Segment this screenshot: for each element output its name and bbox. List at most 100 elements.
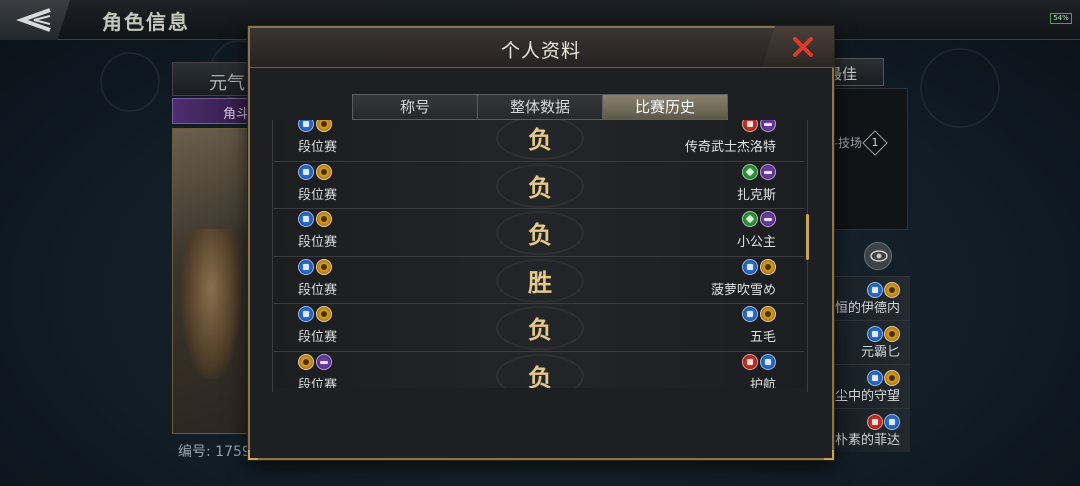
list-scrollbar[interactable] — [806, 214, 809, 260]
corner-ornament — [824, 450, 834, 460]
class-icon — [298, 163, 314, 180]
match-result: 负 — [528, 315, 552, 344]
class-icon — [760, 163, 776, 180]
modal-header: 个人资料 — [250, 28, 832, 68]
class-icon — [760, 306, 776, 322]
mode-icons — [298, 258, 332, 275]
tab-match-history[interactable]: 比赛历史 — [603, 95, 727, 125]
class-icon — [742, 120, 758, 132]
match-mode: 段位赛 — [298, 140, 338, 155]
class-icon — [884, 414, 900, 430]
class-icon — [298, 211, 314, 227]
class-icon — [760, 120, 776, 132]
mode-icons — [298, 306, 332, 322]
match-rows: 段位赛 负 传奇武士杰洛特 段位赛 负 扎克斯 段位赛 负 小公主 段位赛 胜 … — [274, 120, 804, 388]
mode-icons — [298, 211, 332, 227]
opponent-icons — [742, 258, 776, 275]
left-subtab[interactable]: 角斗 — [172, 98, 252, 124]
class-icon — [760, 353, 776, 370]
class-icon — [316, 120, 332, 132]
table-row[interactable]: 段位赛 负 五毛 — [274, 304, 804, 352]
class-icons — [867, 282, 900, 298]
arena-level: 1 — [871, 136, 879, 149]
class-icon — [867, 326, 883, 342]
table-row[interactable]: 段位赛 胜 菠萝吹雪め — [274, 256, 804, 304]
character-portrait — [172, 128, 252, 434]
class-icons — [867, 414, 900, 430]
close-x-icon — [793, 37, 813, 57]
table-row[interactable]: 段位赛 负 小公主 — [274, 209, 804, 257]
class-icon — [316, 306, 332, 322]
class-icon — [867, 282, 883, 298]
class-icon — [298, 258, 314, 275]
opponent-icons — [742, 211, 776, 227]
modal-title: 个人资料 — [500, 40, 581, 62]
left-tab[interactable]: 元气 — [172, 62, 252, 96]
character-figure — [181, 229, 241, 379]
match-mode: 段位赛 — [298, 235, 338, 250]
class-icon — [742, 306, 758, 322]
opponent-name: 小公主 — [736, 235, 776, 250]
match-mode: 段位赛 — [298, 187, 338, 203]
opponent-icons — [742, 120, 776, 132]
eye-icon — [870, 250, 888, 262]
player-name: 恒的伊德内 — [834, 301, 900, 316]
class-icons — [867, 370, 900, 386]
match-result: 胜 — [528, 267, 552, 297]
opponent-icons — [742, 306, 776, 322]
mode-icons — [298, 120, 332, 132]
table-row[interactable]: 段位赛 负 传奇武士杰洛特 — [274, 120, 804, 162]
opponent-name: 扎克斯 — [736, 187, 776, 203]
match-mode: 段位赛 — [298, 377, 338, 389]
match-result: 负 — [528, 172, 552, 202]
class-icon — [742, 211, 758, 227]
class-icon — [867, 370, 883, 386]
class-icon — [316, 211, 332, 227]
match-mode: 段位赛 — [298, 282, 338, 298]
table-row[interactable]: 段位赛 负 护航 — [274, 351, 804, 389]
class-icon — [884, 282, 900, 298]
class-icon — [760, 211, 776, 227]
player-name: 尘中的守望 — [834, 389, 900, 404]
background-emblem-left — [100, 52, 160, 112]
back-button[interactable] — [0, 0, 70, 40]
class-icon — [742, 353, 758, 370]
class-icon — [298, 306, 314, 322]
back-arrow-icon — [16, 8, 51, 32]
match-mode: 段位赛 — [298, 330, 338, 345]
tab-overall-data[interactable]: 整体数据 — [478, 95, 603, 119]
player-name: 元霸匕 — [860, 345, 900, 360]
profile-modal: 个人资料 称号 整体数据 比赛历史 段位赛 负 传奇武士杰洛特 段位赛 负 扎克… — [248, 26, 834, 460]
class-icon — [742, 163, 758, 180]
match-result: 负 — [528, 125, 552, 154]
opponent-name: 传奇武士杰洛特 — [684, 140, 776, 155]
background-emblem-right — [920, 48, 1000, 128]
class-icon — [316, 258, 332, 275]
corner-ornament — [248, 450, 258, 460]
opponent-name: 五毛 — [749, 330, 776, 345]
opponent-icons — [742, 353, 776, 370]
match-result: 负 — [528, 220, 552, 249]
class-icon — [298, 120, 314, 132]
class-icon — [298, 353, 314, 370]
opponent-name: 护航 — [749, 377, 776, 389]
class-icon — [316, 353, 332, 370]
eye-button[interactable] — [864, 242, 892, 270]
match-history-list[interactable]: 段位赛 负 传奇武士杰洛特 段位赛 负 扎克斯 段位赛 负 小公主 段位赛 胜 … — [274, 120, 804, 388]
class-icon — [316, 163, 332, 180]
class-icon — [884, 370, 900, 386]
character-id: 编号: 1759 — [178, 444, 251, 460]
opponent-icons — [742, 163, 776, 180]
mode-icons — [298, 353, 332, 370]
match-result: 负 — [528, 362, 552, 389]
tab-titles[interactable]: 称号 — [353, 95, 478, 119]
page-title: 角色信息 — [102, 10, 190, 34]
table-row[interactable]: 段位赛 负 扎克斯 — [274, 161, 804, 209]
mode-icons — [298, 163, 332, 180]
player-name: 朴素的菲达 — [834, 433, 900, 448]
class-icon — [742, 258, 758, 275]
opponent-name: 菠萝吹雪め — [710, 282, 776, 298]
profile-tabs: 称号 整体数据 比赛历史 — [352, 94, 728, 125]
class-icon — [867, 414, 883, 430]
class-icons — [867, 326, 900, 342]
